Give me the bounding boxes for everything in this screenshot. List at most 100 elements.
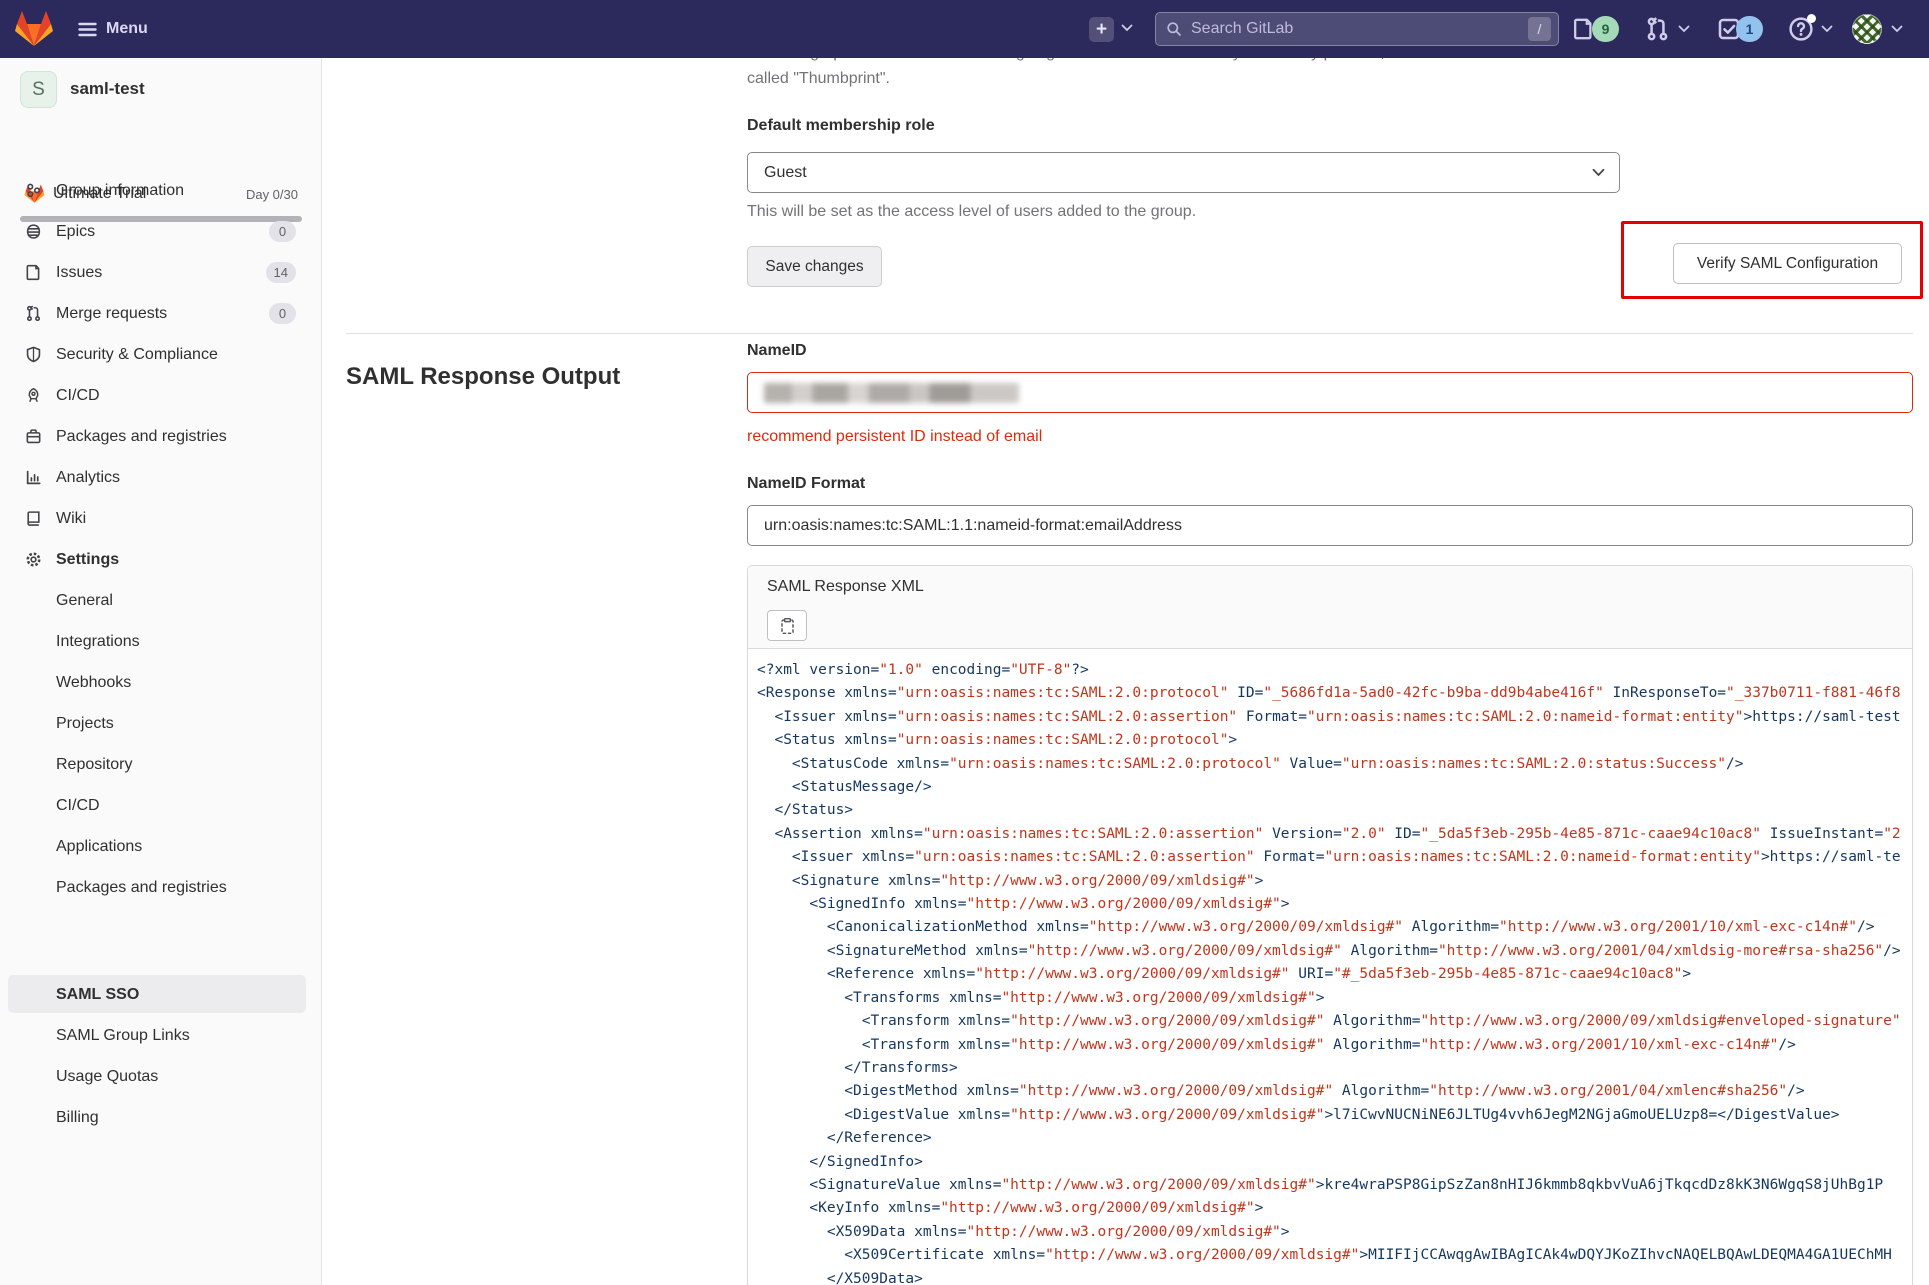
group-avatar[interactable]: S	[20, 71, 57, 108]
search-icon	[1167, 22, 1181, 36]
issues-count-badge[interactable]: 9	[1592, 16, 1619, 42]
search-input[interactable]	[1191, 20, 1528, 38]
nameid-warning-text: recommend persistent ID instead of email	[747, 428, 1043, 445]
nameid-format-label: NameID Format	[747, 475, 866, 492]
save-changes-button[interactable]: Save changes	[747, 246, 882, 287]
sidebar-item-saml-sso[interactable]: SAML SSO	[0, 974, 322, 1015]
code-line: <DigestValue xmlns="http://www.w3.org/20…	[757, 1106, 1840, 1123]
section-divider	[346, 333, 1913, 334]
help-menu-button[interactable]	[1788, 14, 1816, 42]
code-line: <X509Certificate xmlns="http://www.w3.or…	[757, 1247, 1892, 1264]
plus-icon: +	[1095, 18, 1108, 40]
help-chevron-icon[interactable]	[1821, 25, 1833, 33]
menu-button[interactable]: Menu	[78, 14, 148, 44]
gear-icon	[26, 552, 41, 567]
xml-card-title: SAML Response XML	[767, 578, 924, 595]
sidebar-item-group-information[interactable]: Group information	[0, 170, 322, 211]
membership-role-help-text: This will be set as the access level of …	[747, 203, 1197, 220]
code-line: </X509Data>	[757, 1270, 923, 1285]
code-line: <Transforms xmlns="http://www.w3.org/200…	[757, 989, 1325, 1006]
default-membership-role-select[interactable]: Guest	[747, 152, 1620, 193]
saml-response-xml-card: SAML Response XML <?xml version="1.0" en…	[747, 565, 1913, 1285]
xml-code: <?xml version="1.0" encoding="UTF-8"?> <R…	[757, 659, 1907, 1285]
code-line: <Status xmlns="urn:oasis:names:tc:SAML:2…	[757, 732, 1238, 749]
gitlab-logo[interactable]	[14, 9, 54, 49]
nameid-input[interactable]	[747, 372, 1913, 413]
user-menu-chevron-icon[interactable]	[1891, 25, 1903, 33]
code-line: <CanonicalizationMethod xmlns="http://ww…	[757, 919, 1875, 936]
sidebar-item-general[interactable]: General	[0, 580, 322, 621]
sidebar-item-packages-registries-settings[interactable]: Packages and registries	[0, 867, 322, 908]
menu-label: Menu	[106, 20, 148, 37]
sidebar-item-repository[interactable]: Repository	[0, 744, 322, 785]
sidebar-item-applications[interactable]: Applications	[0, 826, 322, 867]
sidebar-item-analytics[interactable]: Analytics	[0, 457, 322, 498]
sidebar-item-cicd-settings[interactable]: CI/CD	[0, 785, 322, 826]
todos-count-badge[interactable]: 1	[1736, 16, 1763, 42]
selected-role-value: Guest	[764, 163, 807, 181]
code-line: <Reference xmlns="http://www.w3.org/2000…	[757, 966, 1692, 983]
code-line: </Status>	[757, 802, 854, 819]
code-line: <Assertion xmlns="urn:oasis:names:tc:SAM…	[757, 825, 1901, 842]
code-line: </SignedInfo>	[757, 1153, 923, 1170]
group-information-icon	[27, 183, 41, 198]
verify-saml-configuration-button[interactable]: Verify SAML Configuration	[1673, 243, 1902, 284]
merge-request-icon	[26, 305, 41, 322]
merge-request-icon[interactable]	[1645, 16, 1670, 42]
epics-count-badge: 0	[269, 221, 296, 242]
rocket-icon	[28, 387, 39, 402]
sidebar-item-packages-registries[interactable]: Packages and registries	[0, 416, 322, 457]
code-line: <Transform xmlns="http://www.w3.org/2000…	[757, 1013, 1901, 1030]
issues-icon	[26, 264, 40, 281]
clipboard-icon	[780, 617, 794, 634]
sidebar-item-saml-group-links[interactable]: SAML Group Links	[0, 1015, 322, 1056]
sidebar-item-billing[interactable]: Billing	[0, 1097, 322, 1138]
sidebar-item-integrations[interactable]: Integrations	[0, 621, 322, 662]
sidebar-item-wiki[interactable]: Wiki	[0, 498, 322, 539]
nameid-redacted-value	[764, 382, 1019, 403]
saml-fingerprint-help-text: called "Thumbprint".	[747, 70, 890, 87]
sidebar-item-projects[interactable]: Projects	[0, 703, 322, 744]
code-line: <?xml version="1.0" encoding="UTF-8"?>	[757, 662, 1089, 678]
new-menu-chevron-icon[interactable]	[1121, 24, 1133, 32]
copy-to-clipboard-button[interactable]	[767, 610, 807, 641]
nameid-format-input[interactable]: urn:oasis:names:tc:SAML:1.1:nameid-forma…	[747, 505, 1913, 546]
chevron-down-icon	[1592, 168, 1605, 177]
top-navbar: Menu + / 9 1	[0, 0, 1929, 58]
code-line: </Transforms>	[757, 1059, 958, 1076]
merge-request-chevron-icon[interactable]	[1678, 25, 1690, 33]
book-icon	[27, 511, 40, 526]
sidebar-item-webhooks[interactable]: Webhooks	[0, 662, 322, 703]
sidebar-item-issues[interactable]: Issues 14	[0, 252, 322, 293]
merge-requests-count-badge: 0	[269, 303, 296, 324]
nameid-label: NameID	[747, 342, 807, 359]
code-line: <Issuer xmlns="urn:oasis:names:tc:SAML:2…	[757, 708, 1901, 725]
code-line: <SignedInfo xmlns="http://www.w3.org/200…	[757, 896, 1290, 913]
code-line: <Transform xmlns="http://www.w3.org/2000…	[757, 1036, 1796, 1053]
code-line: <StatusCode xmlns="urn:oasis:names:tc:SA…	[757, 755, 1744, 772]
hamburger-icon	[78, 22, 97, 36]
bar-chart-icon	[26, 470, 41, 485]
code-line: <SignatureValue xmlns="http://www.w3.org…	[757, 1176, 1884, 1193]
group-name[interactable]: saml-test	[70, 79, 145, 99]
user-avatar[interactable]	[1852, 14, 1882, 44]
left-sidebar: S saml-test Ultimate Trial Day 0/30 Grou…	[0, 58, 322, 1285]
code-line: <StatusMessage/>	[757, 779, 932, 796]
issues-count-badge: 14	[265, 262, 296, 283]
sidebar-item-merge-requests[interactable]: Merge requests 0	[0, 293, 322, 334]
code-line: </Reference>	[757, 1130, 932, 1147]
search-bar: /	[1155, 12, 1559, 46]
sidebar-item-security-compliance[interactable]: Security & Compliance	[0, 334, 322, 375]
new-menu-button[interactable]: +	[1089, 17, 1114, 42]
code-line: <Response xmlns="urn:oasis:names:tc:SAML…	[757, 685, 1901, 702]
saml-response-output-heading: SAML Response Output	[346, 363, 621, 390]
code-line: <X509Data xmlns="http://www.w3.org/2000/…	[757, 1223, 1290, 1240]
code-line: <DigestMethod xmlns="http://www.w3.org/2…	[757, 1083, 1805, 1100]
sidebar-item-cicd[interactable]: CI/CD	[0, 375, 322, 416]
sidebar-item-epics[interactable]: Epics 0	[0, 211, 322, 252]
code-line: <Issuer xmlns="urn:oasis:names:tc:SAML:2…	[757, 849, 1901, 866]
package-icon	[26, 429, 41, 444]
sidebar-item-usage-quotas[interactable]: Usage Quotas	[0, 1056, 322, 1097]
sidebar-item-settings[interactable]: Settings	[0, 539, 322, 580]
search-shortcut-key: /	[1528, 17, 1551, 41]
